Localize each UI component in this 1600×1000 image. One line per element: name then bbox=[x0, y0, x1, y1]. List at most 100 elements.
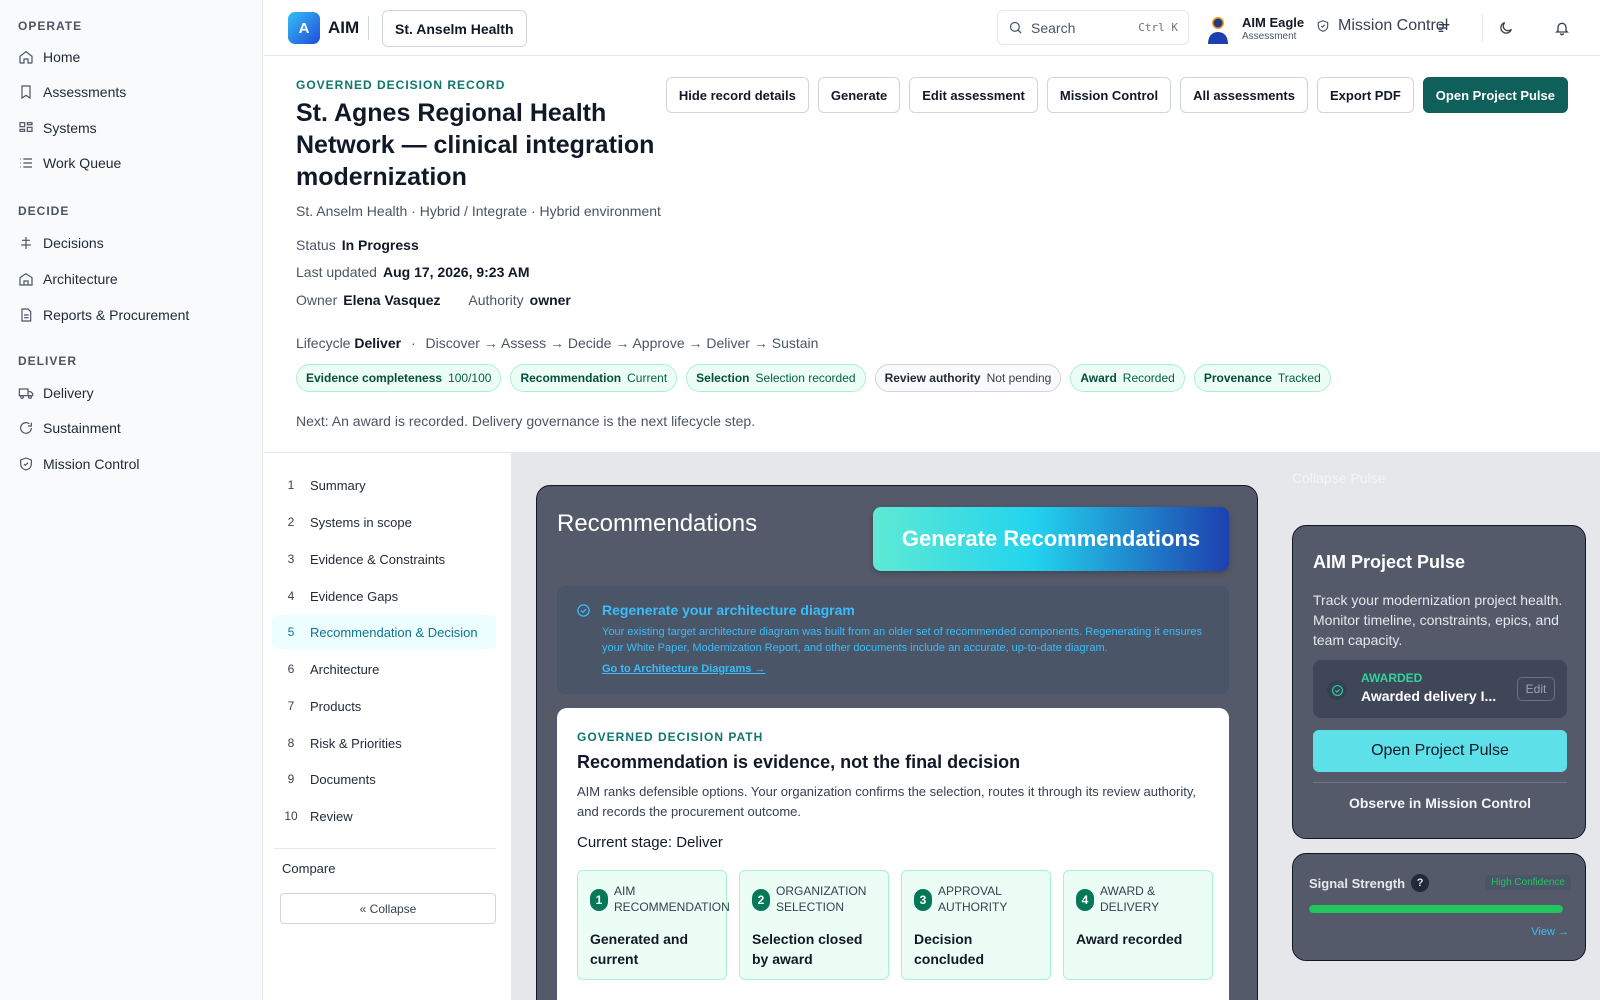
sidebar-item-home[interactable]: Home bbox=[18, 43, 248, 71]
sidebar-item-work-queue[interactable]: Work Queue bbox=[18, 149, 248, 177]
step-summary[interactable]: 1 Summary bbox=[272, 468, 496, 502]
export-pdf-button[interactable]: Export PDF bbox=[1317, 77, 1414, 113]
lifecycle-label: Lifecycle bbox=[296, 335, 351, 351]
stage-cards: 1 AIM RECOMMENDATION Generated and curre… bbox=[577, 870, 1213, 980]
step-recommendation[interactable]: 5 Recommendation & Decision bbox=[272, 615, 496, 649]
awarded-status: AWARDED Awarded delivery I... Edit bbox=[1313, 660, 1567, 718]
awarded-label: AWARDED bbox=[1361, 671, 1423, 685]
record-actions: Hide record details Generate Edit assess… bbox=[665, 77, 1568, 113]
owner-label: Owner bbox=[296, 292, 338, 308]
observe-mission-control-button[interactable]: Observe in Mission Control bbox=[1313, 782, 1567, 822]
recommendations-panel: Recommendations Generate Recommendations… bbox=[536, 485, 1258, 1000]
search-shortcut: Ctrl K bbox=[1138, 21, 1178, 34]
sidebar-item-architecture[interactable]: Architecture bbox=[18, 265, 248, 293]
help-icon[interactable]: ? bbox=[1411, 874, 1430, 892]
step-products[interactable]: 7 Products bbox=[272, 689, 496, 723]
stage-value: Decision concluded bbox=[914, 931, 985, 967]
collapse-button[interactable]: « Collapse bbox=[280, 893, 496, 924]
sidebar-item-decisions[interactable]: Decisions bbox=[18, 229, 248, 257]
sidebar-item-assessments[interactable]: Assessments bbox=[18, 78, 248, 106]
list-icon bbox=[20, 158, 32, 168]
org-switcher[interactable]: St. Anselm Health bbox=[382, 10, 527, 47]
edit-award-button[interactable]: Edit bbox=[1517, 677, 1555, 701]
confidence-badge: High Confidence bbox=[1485, 875, 1571, 890]
home-icon bbox=[19, 50, 33, 64]
sidebar-item-label: Architecture bbox=[43, 271, 118, 287]
app-name: AIM bbox=[328, 18, 360, 37]
chip-award: Award Recorded bbox=[1070, 364, 1185, 392]
collapse-pulse-button[interactable]: Collapse Pulse bbox=[1292, 470, 1385, 486]
path-eyebrow: GOVERNED DECISION PATH bbox=[577, 730, 764, 744]
scale-icon bbox=[21, 237, 31, 249]
app-logo[interactable]: A bbox=[288, 12, 320, 44]
divider bbox=[274, 848, 496, 849]
document-icon bbox=[21, 308, 32, 322]
stage-label: APPROVAL AUTHORITY bbox=[938, 884, 1008, 914]
mission-control-button[interactable]: Mission Control bbox=[1046, 77, 1172, 113]
status-value: In Progress bbox=[341, 237, 419, 253]
decision-path-card: GOVERNED DECISION PATH Recommendation is… bbox=[557, 708, 1229, 1000]
sidebar-item-label: Sustainment bbox=[43, 420, 121, 436]
moon-icon[interactable] bbox=[1494, 16, 1518, 40]
step-documents[interactable]: 9 Documents bbox=[272, 762, 496, 796]
regenerate-title: Regenerate your architecture diagram bbox=[602, 602, 855, 618]
sidebar-item-label: Mission Control bbox=[43, 456, 140, 472]
stage-value: Selection closed by award bbox=[752, 931, 863, 967]
lifecycle-value: Deliver bbox=[354, 335, 402, 351]
check-circle-icon bbox=[577, 604, 590, 617]
status-line: Status In Progress bbox=[296, 237, 419, 253]
stage-card-recommendation: 1 AIM RECOMMENDATION Generated and curre… bbox=[577, 870, 730, 980]
edit-assessment-button[interactable]: Edit assessment bbox=[909, 77, 1038, 113]
steps-nav: 1 Summary 2 Systems in scope 3 Evidence & C… bbox=[264, 452, 512, 1000]
step-review[interactable]: 10 Review bbox=[272, 799, 496, 833]
all-assessments-button[interactable]: All assessments bbox=[1180, 77, 1308, 113]
chip-evidence: Evidence completeness 100/100 bbox=[296, 364, 502, 392]
path-title: Recommendation is evidence, not the fina… bbox=[577, 752, 1021, 772]
signal-view-link[interactable]: View → bbox=[1531, 926, 1569, 938]
status-label: Status bbox=[296, 237, 336, 253]
mission-control-link[interactable]: Mission Control bbox=[1316, 17, 1448, 35]
section-title-operate: OPERATE bbox=[18, 19, 83, 33]
menu-icon[interactable] bbox=[1432, 16, 1456, 40]
architecture-diagrams-link[interactable]: Go to Architecture Diagrams → bbox=[602, 663, 765, 675]
open-project-pulse-button[interactable]: Open Project Pulse bbox=[1422, 77, 1568, 113]
divider bbox=[368, 16, 369, 40]
compare-link[interactable]: Compare bbox=[282, 861, 335, 876]
generate-button[interactable]: Generate bbox=[817, 77, 901, 113]
stage-label: AIM RECOMMENDATION bbox=[614, 884, 730, 914]
lifecycle-line: Lifecycle Deliver · Discover → Assess → … bbox=[296, 335, 819, 351]
sidebar-item-mission-control[interactable]: Mission Control bbox=[18, 450, 248, 478]
step-evidence-constraints[interactable]: 3 Evidence & Constraints bbox=[272, 542, 496, 576]
generate-recommendations-button[interactable]: Generate Recommendations bbox=[873, 507, 1229, 571]
sidebar-item-systems[interactable]: Systems bbox=[18, 114, 248, 142]
sidebar-item-label: Assessments bbox=[43, 84, 127, 100]
owner-value: Elena Vasquez bbox=[343, 292, 441, 308]
step-risk[interactable]: 8 Risk & Priorities bbox=[272, 726, 496, 760]
step-architecture[interactable]: 6 Architecture bbox=[272, 652, 496, 686]
stage-number: 2 bbox=[752, 889, 770, 911]
sidebar-item-reports[interactable]: Reports & Procurement bbox=[18, 301, 248, 329]
stage-card-award: 4 AWARD & DELIVERY Award recorded bbox=[1063, 870, 1213, 980]
stage-label: ORGANIZATION SELECTION bbox=[776, 884, 867, 914]
bell-icon[interactable] bbox=[1550, 16, 1574, 40]
status-chips: Evidence completeness 100/100 Recommendat… bbox=[296, 364, 1331, 392]
owner-line: Owner Elena Vasquez Authority owner bbox=[296, 292, 571, 308]
divider bbox=[1482, 14, 1483, 42]
open-pulse-button[interactable]: Open Project Pulse bbox=[1313, 730, 1567, 772]
sidebar-item-sustainment[interactable]: Sustainment bbox=[18, 414, 248, 442]
refresh-icon bbox=[20, 422, 32, 434]
regenerate-body: Your existing target architecture diagra… bbox=[602, 626, 1203, 654]
sidebar-item-delivery[interactable]: Delivery bbox=[18, 379, 248, 407]
bookmark-icon bbox=[21, 85, 31, 100]
step-evidence-gaps[interactable]: 4 Evidence Gaps bbox=[272, 579, 496, 613]
building-icon bbox=[19, 272, 33, 286]
avatar[interactable] bbox=[1206, 14, 1230, 44]
chip-recommendation: Recommendation Current bbox=[510, 364, 678, 392]
signal-strength-card: Signal Strength ? High Confidence View → bbox=[1292, 853, 1586, 961]
search-input[interactable]: Search Ctrl K bbox=[997, 10, 1189, 45]
check-circle-icon bbox=[1327, 680, 1347, 700]
record-header: GOVERNED DECISION RECORD St. Agnes Regio… bbox=[264, 57, 1600, 452]
hide-details-button[interactable]: Hide record details bbox=[665, 77, 809, 113]
step-systems[interactable]: 2 Systems in scope bbox=[272, 505, 496, 539]
signal-title-label: Signal Strength bbox=[1309, 875, 1406, 891]
